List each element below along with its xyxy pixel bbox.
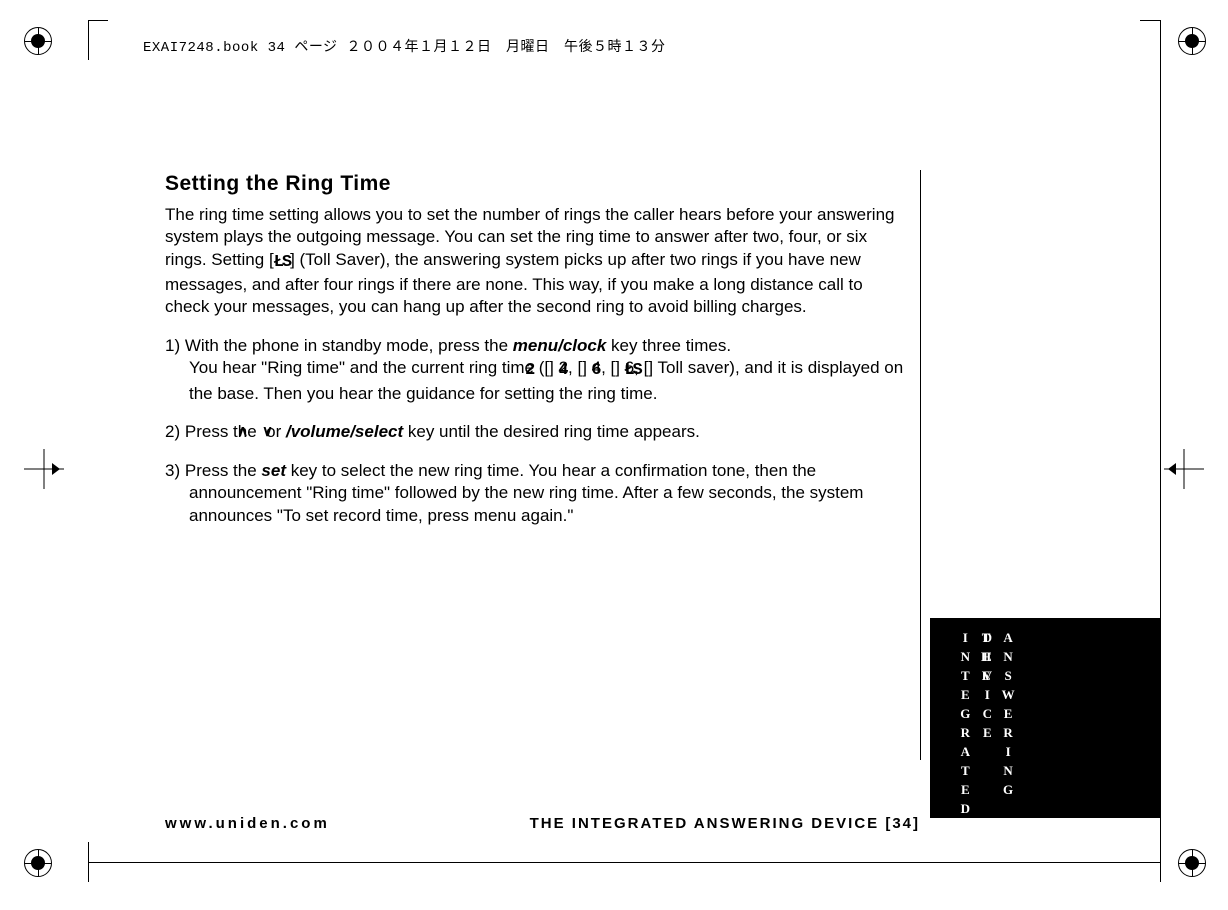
step-number: 1): [165, 336, 180, 355]
frame-line: [1160, 20, 1161, 882]
step-1: 1) With the phone in standby mode, press…: [165, 335, 905, 405]
volume-select-key: /volume/select: [286, 422, 403, 441]
step-number: 2): [165, 422, 180, 441]
step-text: key until the desired ring time appears.: [403, 422, 700, 441]
step-2: 2) Press the ∧ or ∨/volume/select key un…: [165, 421, 905, 443]
step-text: You hear "Ring time" and the current rin…: [189, 358, 549, 377]
frame-line: [1140, 20, 1160, 21]
set-key: set: [261, 461, 286, 480]
step-text: key three times.: [606, 336, 731, 355]
footer-title-page: THE INTEGRATED ANSWERING DEVICE [34]: [530, 815, 920, 832]
step-3: 3) Press the set key to select the new r…: [165, 460, 905, 527]
step-number: 3): [165, 461, 180, 480]
page-body: Setting the Ring Time The ring time sett…: [165, 170, 905, 543]
menu-clock-key: menu/clock: [513, 336, 607, 355]
step-text: Press the: [185, 422, 262, 441]
footer-url: www.uniden.com: [165, 815, 330, 832]
step-text: With the phone in standby mode, press th…: [185, 336, 513, 355]
frame-line: [88, 20, 108, 21]
frame-line: [88, 20, 89, 60]
step-text: key to select the new ring time. You hea…: [189, 461, 863, 525]
tab-label-line2: ANSWERING DEVICE: [976, 630, 1018, 818]
page-footer: www.uniden.com THE INTEGRATED ANSWERING …: [165, 815, 1155, 832]
crop-mark-top-right: [1178, 27, 1206, 55]
section-tab: THE INTEGRATED ANSWERING DEVICE: [930, 618, 1160, 818]
content-right-rule: [920, 170, 921, 760]
segment-ts-icon: ŁS: [274, 252, 290, 274]
crop-mark-top-left: [24, 27, 52, 55]
fold-mark-left: [24, 449, 64, 489]
crop-mark-bottom-right: [1178, 849, 1206, 877]
section-heading: Setting the Ring Time: [165, 170, 905, 198]
crop-mark-bottom-left: [24, 849, 52, 877]
print-meta-line: EXAI7248.book 34 ページ ２００４年１月１２日 月曜日 午後５時…: [143, 36, 665, 56]
frame-line: [88, 862, 1160, 863]
step-text: Press the: [185, 461, 262, 480]
intro-paragraph: The ring time setting allows you to set …: [165, 204, 905, 319]
fold-mark-right: [1164, 449, 1204, 489]
